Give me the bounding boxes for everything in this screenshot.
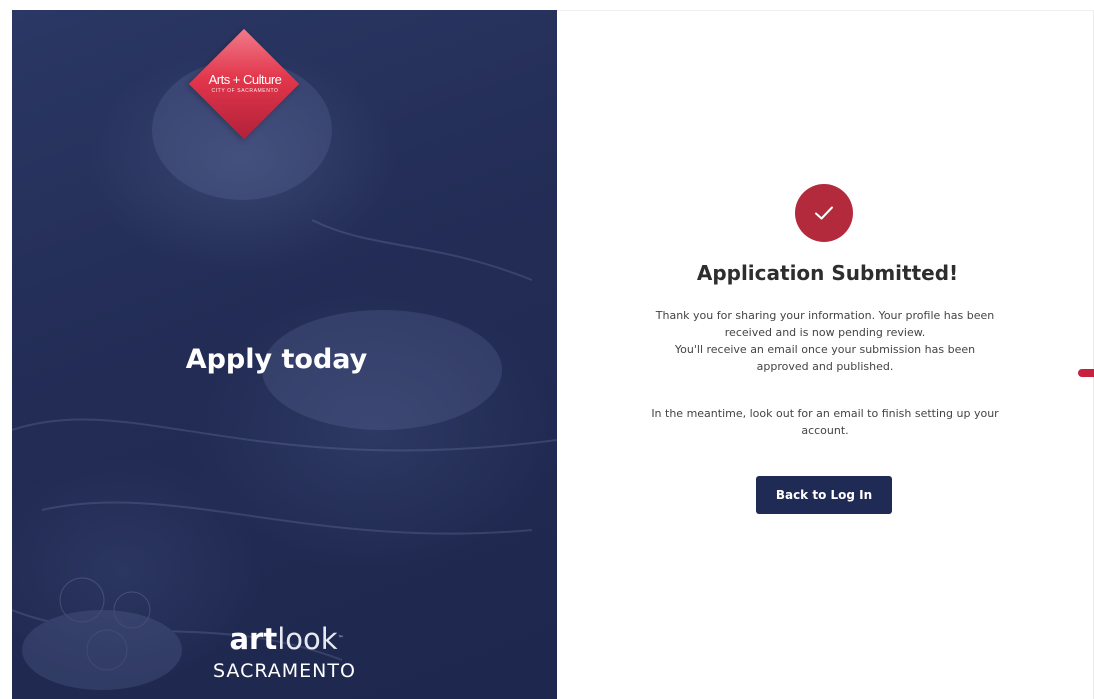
success-badge — [795, 184, 853, 242]
message-line: Thank you for sharing your information. … — [655, 309, 995, 322]
message-line: You'll receive an email once your submis… — [674, 343, 976, 356]
artlook-wordmark: artlook™ — [12, 622, 557, 656]
logo-name: Arts + Culture — [208, 72, 282, 87]
message-line: approved and published. — [756, 360, 894, 373]
message-line: received and is now pending review. — [724, 326, 926, 339]
account-setup-message: In the meantime, look out for an email t… — [625, 405, 1025, 439]
back-to-login-button[interactable]: Back to Log In — [756, 476, 892, 514]
page: Arts + Culture CITY OF SACRAMENTO Apply … — [0, 0, 1094, 699]
apply-today-headline: Apply today — [185, 344, 368, 375]
side-tab-marker[interactable] — [1078, 369, 1094, 377]
message-line: account. — [801, 424, 849, 437]
trademark-mark: ™ — [337, 635, 344, 642]
confirmation-panel: Application Submitted! Thank you for sha… — [557, 10, 1094, 699]
arts-culture-logo: Arts + Culture CITY OF SACRAMENTO — [188, 28, 300, 140]
check-icon — [815, 206, 833, 220]
logo-subline: CITY OF SACRAMENTO — [211, 88, 279, 94]
artlook-brand: artlook™ SACRAMENTO — [12, 622, 557, 682]
confirmation-message: Thank you for sharing your information. … — [625, 307, 1025, 375]
wordmark-light: look — [277, 622, 338, 656]
confirmation-title: Application Submitted! — [696, 261, 959, 285]
wordmark-bold: art — [229, 622, 278, 656]
brand-city: SACRAMENTO — [213, 660, 356, 682]
message-line: In the meantime, look out for an email t… — [651, 407, 999, 420]
hero-panel: Arts + Culture CITY OF SACRAMENTO Apply … — [12, 10, 557, 699]
